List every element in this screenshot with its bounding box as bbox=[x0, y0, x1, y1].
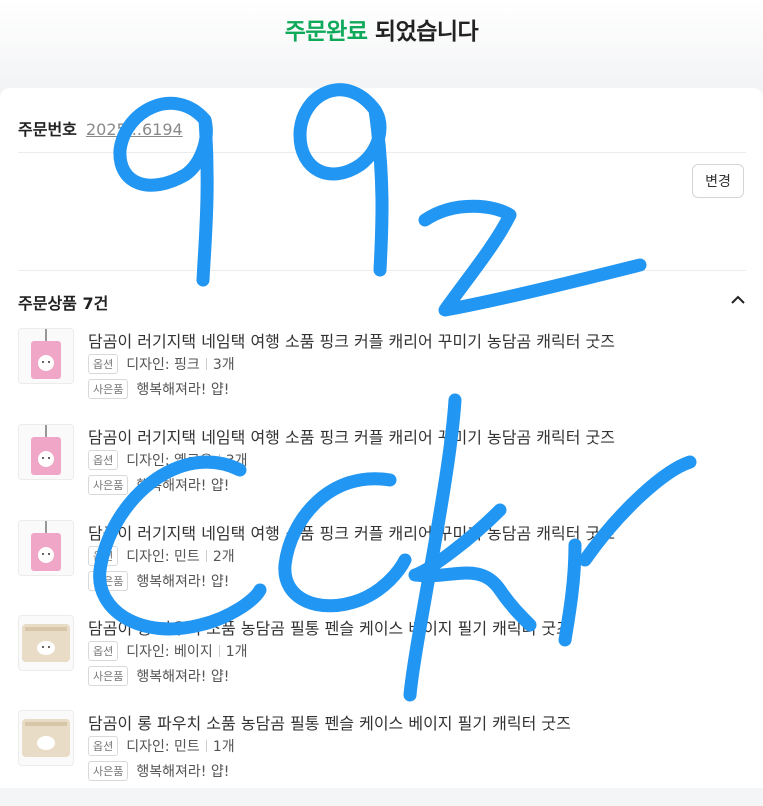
order-number-row: 주문번호 2025...6194 bbox=[18, 116, 183, 140]
product-name[interactable]: 담곰이 러기지택 네임택 여행 소품 핑크 커플 캐리어 꾸미기 농담곰 캐릭터… bbox=[88, 424, 615, 448]
option-tag: 옵션 bbox=[88, 450, 119, 470]
option-value: 디자인: 베이지 bbox=[126, 644, 213, 660]
product-name[interactable]: 담곰이 롱 파우치 소품 농담곰 필통 펜슬 케이스 베이지 필기 캐릭터 굿즈 bbox=[88, 615, 571, 639]
gift-row: 사은품 행복해져라! 얍! bbox=[88, 475, 229, 495]
section-title: 주문상품 7건 bbox=[18, 294, 109, 313]
gift-row: 사은품 행복해져라! 얍! bbox=[88, 761, 229, 781]
option-row: 옵션 디자인: 핑크 3개 bbox=[88, 354, 235, 374]
list-item[interactable]: 담곰이 러기지택 네임택 여행 소품 핑크 커플 캐리어 꾸미기 농담곰 캐릭터… bbox=[18, 424, 758, 520]
title-accent: 주문완료 bbox=[284, 19, 368, 45]
option-tag: 옵션 bbox=[88, 546, 119, 566]
order-number-link[interactable]: 2025...6194 bbox=[86, 120, 183, 139]
product-thumbnail[interactable] bbox=[18, 615, 74, 671]
option-value: 디자인: 옐로우 bbox=[126, 453, 213, 469]
page-title: 주문완료 되었습니다 bbox=[0, 12, 763, 46]
option-row: 옵션 디자인: 베이지 1개 bbox=[88, 641, 248, 661]
list-item[interactable]: 담곰이 롱 파우치 소품 농담곰 필통 펜슬 케이스 베이지 필기 캐릭터 굿즈… bbox=[18, 615, 758, 711]
list-item[interactable]: 담곰이 러기지택 네임택 여행 소품 핑크 커플 캐리어 꾸미기 농담곰 캐릭터… bbox=[18, 520, 758, 616]
separator bbox=[218, 454, 220, 466]
gift-row: 사은품 행복해져라! 얍! bbox=[88, 379, 229, 399]
separator bbox=[218, 645, 220, 657]
quantity: 1개 bbox=[225, 644, 248, 660]
gift-tag: 사은품 bbox=[88, 666, 129, 686]
title-rest: 되었습니다 bbox=[367, 19, 479, 45]
product-thumbnail[interactable] bbox=[18, 424, 74, 480]
gift-value: 행복해져라! 얍! bbox=[136, 382, 230, 398]
gift-tag: 사은품 bbox=[88, 379, 129, 399]
separator bbox=[205, 550, 207, 562]
order-number-label: 주문번호 bbox=[18, 120, 77, 139]
gift-value: 행복해져라! 얍! bbox=[136, 669, 230, 685]
gift-value: 행복해져라! 얍! bbox=[136, 764, 230, 780]
option-value: 디자인: 핑크 bbox=[126, 357, 200, 373]
product-thumbnail[interactable] bbox=[18, 520, 74, 576]
gift-row: 사은품 행복해져라! 얍! bbox=[88, 666, 229, 686]
list-item[interactable]: 담곰이 롱 파우치 소품 농담곰 필통 펜슬 케이스 베이지 필기 캐릭터 굿즈… bbox=[18, 710, 758, 806]
gift-tag: 사은품 bbox=[88, 475, 129, 495]
separator bbox=[205, 358, 207, 370]
list-item[interactable]: 담곰이 러기지택 네임택 여행 소품 핑크 커플 캐리어 꾸미기 농담곰 캐릭터… bbox=[18, 328, 758, 424]
divider bbox=[18, 270, 746, 271]
gift-tag: 사은품 bbox=[88, 761, 129, 781]
chevron-up-icon[interactable] bbox=[728, 290, 748, 310]
option-tag: 옵션 bbox=[88, 736, 119, 756]
option-value: 디자인: 민트 bbox=[126, 549, 200, 565]
product-thumbnail[interactable] bbox=[18, 328, 74, 384]
gift-tag: 사은품 bbox=[88, 571, 129, 591]
quantity: 3개 bbox=[225, 453, 248, 469]
product-name[interactable]: 담곰이 러기지택 네임택 여행 소품 핑크 커플 캐리어 꾸미기 농담곰 캐릭터… bbox=[88, 328, 615, 352]
gift-value: 행복해져라! 얍! bbox=[136, 574, 230, 590]
gift-value: 행복해져라! 얍! bbox=[136, 478, 230, 494]
product-name[interactable]: 담곰이 롱 파우치 소품 농담곰 필통 펜슬 케이스 베이지 필기 캐릭터 굿즈 bbox=[88, 710, 571, 734]
option-tag: 옵션 bbox=[88, 641, 119, 661]
gift-row: 사은품 행복해져라! 얍! bbox=[88, 571, 229, 591]
quantity: 1개 bbox=[212, 739, 235, 755]
divider bbox=[18, 152, 746, 153]
product-thumbnail[interactable] bbox=[18, 710, 74, 766]
separator bbox=[205, 740, 207, 752]
option-tag: 옵션 bbox=[88, 354, 119, 374]
option-row: 옵션 디자인: 민트 2개 bbox=[88, 546, 235, 566]
change-button[interactable]: 변경 bbox=[692, 164, 744, 198]
option-value: 디자인: 민트 bbox=[126, 739, 200, 755]
product-name[interactable]: 담곰이 러기지택 네임택 여행 소품 핑크 커플 캐리어 꾸미기 농담곰 캐릭터… bbox=[88, 520, 615, 544]
quantity: 2개 bbox=[212, 549, 235, 565]
quantity: 3개 bbox=[212, 357, 235, 373]
option-row: 옵션 디자인: 옐로우 3개 bbox=[88, 450, 248, 470]
option-row: 옵션 디자인: 민트 1개 bbox=[88, 736, 235, 756]
